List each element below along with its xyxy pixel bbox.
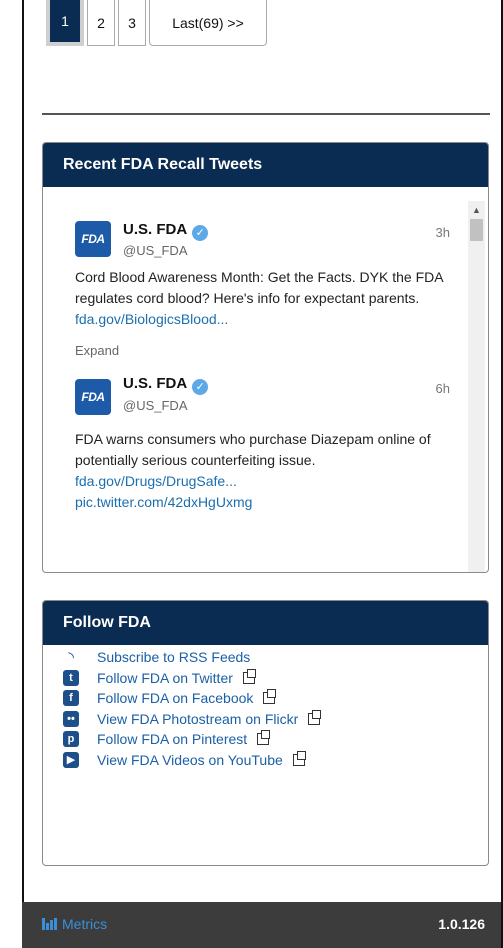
tweet-author-label[interactable]: U.S. FDA [123,221,187,238]
fda-logo-icon[interactable]: FDA [75,379,111,415]
tweet-author-name[interactable]: U.S. FDA ✓ [123,221,209,241]
tweet-author-label[interactable]: U.S. FDA [123,375,187,392]
verified-badge-icon: ✓ [192,379,209,395]
metrics-link[interactable]: Metrics [42,916,107,932]
external-link-icon [257,730,271,746]
version-label: 1.0.126 [438,916,485,932]
tweet-body: FDA warns consumers who purchase Diazepa… [75,431,431,468]
follow-links-list: ◝ Subscribe to RSS Feeds t Follow FDA on… [63,647,322,771]
follow-item-label[interactable]: Follow FDA on Facebook [97,690,253,706]
external-link-icon [308,709,322,725]
tweet-link[interactable]: fda.gov/BiologicsBlood... [75,311,228,327]
follow-item-label[interactable]: Follow FDA on Twitter [97,670,233,686]
fda-logo-icon[interactable]: FDA [75,221,111,257]
tweet-handle[interactable]: @US_FDA [123,243,188,258]
tweet-handle[interactable]: @US_FDA [123,398,188,413]
follow-item-rss[interactable]: ◝ Subscribe to RSS Feeds [63,647,320,668]
pinterest-icon: p [63,731,79,748]
facebook-icon: f [63,690,79,707]
follow-item-label[interactable]: View FDA Photostream on Flickr [97,711,298,727]
bar-chart-icon [42,918,58,930]
flickr-icon: •• [63,710,79,727]
tweet-link[interactable]: fda.gov/Drugs/DrugSafe... [75,473,237,489]
scrollbar-thumb[interactable] [470,219,483,241]
rss-icon: ◝ [68,649,74,667]
page-1-button[interactable]: 1 [46,0,84,46]
follow-item-label[interactable]: Subscribe to RSS Feeds [97,649,250,665]
youtube-icon: ▶ [63,751,79,768]
tweet-timestamp[interactable]: 6h [436,381,450,396]
twitter-icon: t [63,669,79,686]
recall-tweets-title: Recent FDA Recall Tweets [43,143,488,187]
recall-tweets-panel: Recent FDA Recall Tweets FDA U.S. FDA ✓ @… [42,142,489,573]
follow-item-twitter[interactable]: t Follow FDA on Twitter [63,668,320,689]
tweet-expand-link[interactable]: Expand [75,343,119,358]
metrics-label[interactable]: Metrics [62,916,107,932]
external-link-icon [242,668,256,684]
tweet-text: Cord Blood Awareness Month: Get the Fact… [75,267,447,330]
footer-bar: Metrics 1.0.126 [22,902,501,948]
section-divider [42,113,490,115]
follow-item-pinterest[interactable]: p Follow FDA on Pinterest [63,729,320,750]
page-2-button[interactable]: 2 [87,0,115,46]
follow-item-label[interactable]: Follow FDA on Pinterest [97,731,247,747]
follow-fda-panel: Follow FDA ◝ Subscribe to RSS Feeds t Fo… [42,600,489,866]
scroll-up-arrow-icon[interactable]: ▲ [468,201,485,218]
external-link-icon [292,750,306,766]
verified-badge-icon: ✓ [192,225,209,241]
tweets-scrollbar[interactable]: ▲ ▼ [468,201,485,572]
tweet-body: Cord Blood Awareness Month: Get the Fact… [75,269,443,306]
follow-item-youtube[interactable]: ▶ View FDA Videos on YouTube [63,750,320,771]
tweet-text: FDA warns consumers who purchase Diazepa… [75,429,447,513]
external-link-icon [263,689,277,705]
follow-item-flickr[interactable]: •• View FDA Photostream on Flickr [63,709,322,730]
tweet-media-link[interactable]: pic.twitter.com/42dxHgUxmg [75,494,252,510]
page-3-button[interactable]: 3 [118,0,146,46]
left-frame-border [0,0,24,948]
follow-item-label[interactable]: View FDA Videos on YouTube [97,752,283,768]
tweet-timeline[interactable]: FDA U.S. FDA ✓ @US_FDA 3h Cord Blood Awar… [63,201,468,572]
follow-item-facebook[interactable]: f Follow FDA on Facebook [63,688,320,709]
tweet-timestamp[interactable]: 3h [436,225,450,240]
follow-fda-title: Follow FDA [43,601,488,645]
tweet-author-name[interactable]: U.S. FDA ✓ [123,375,209,395]
last-page-button[interactable]: Last(69) >> [149,0,267,46]
